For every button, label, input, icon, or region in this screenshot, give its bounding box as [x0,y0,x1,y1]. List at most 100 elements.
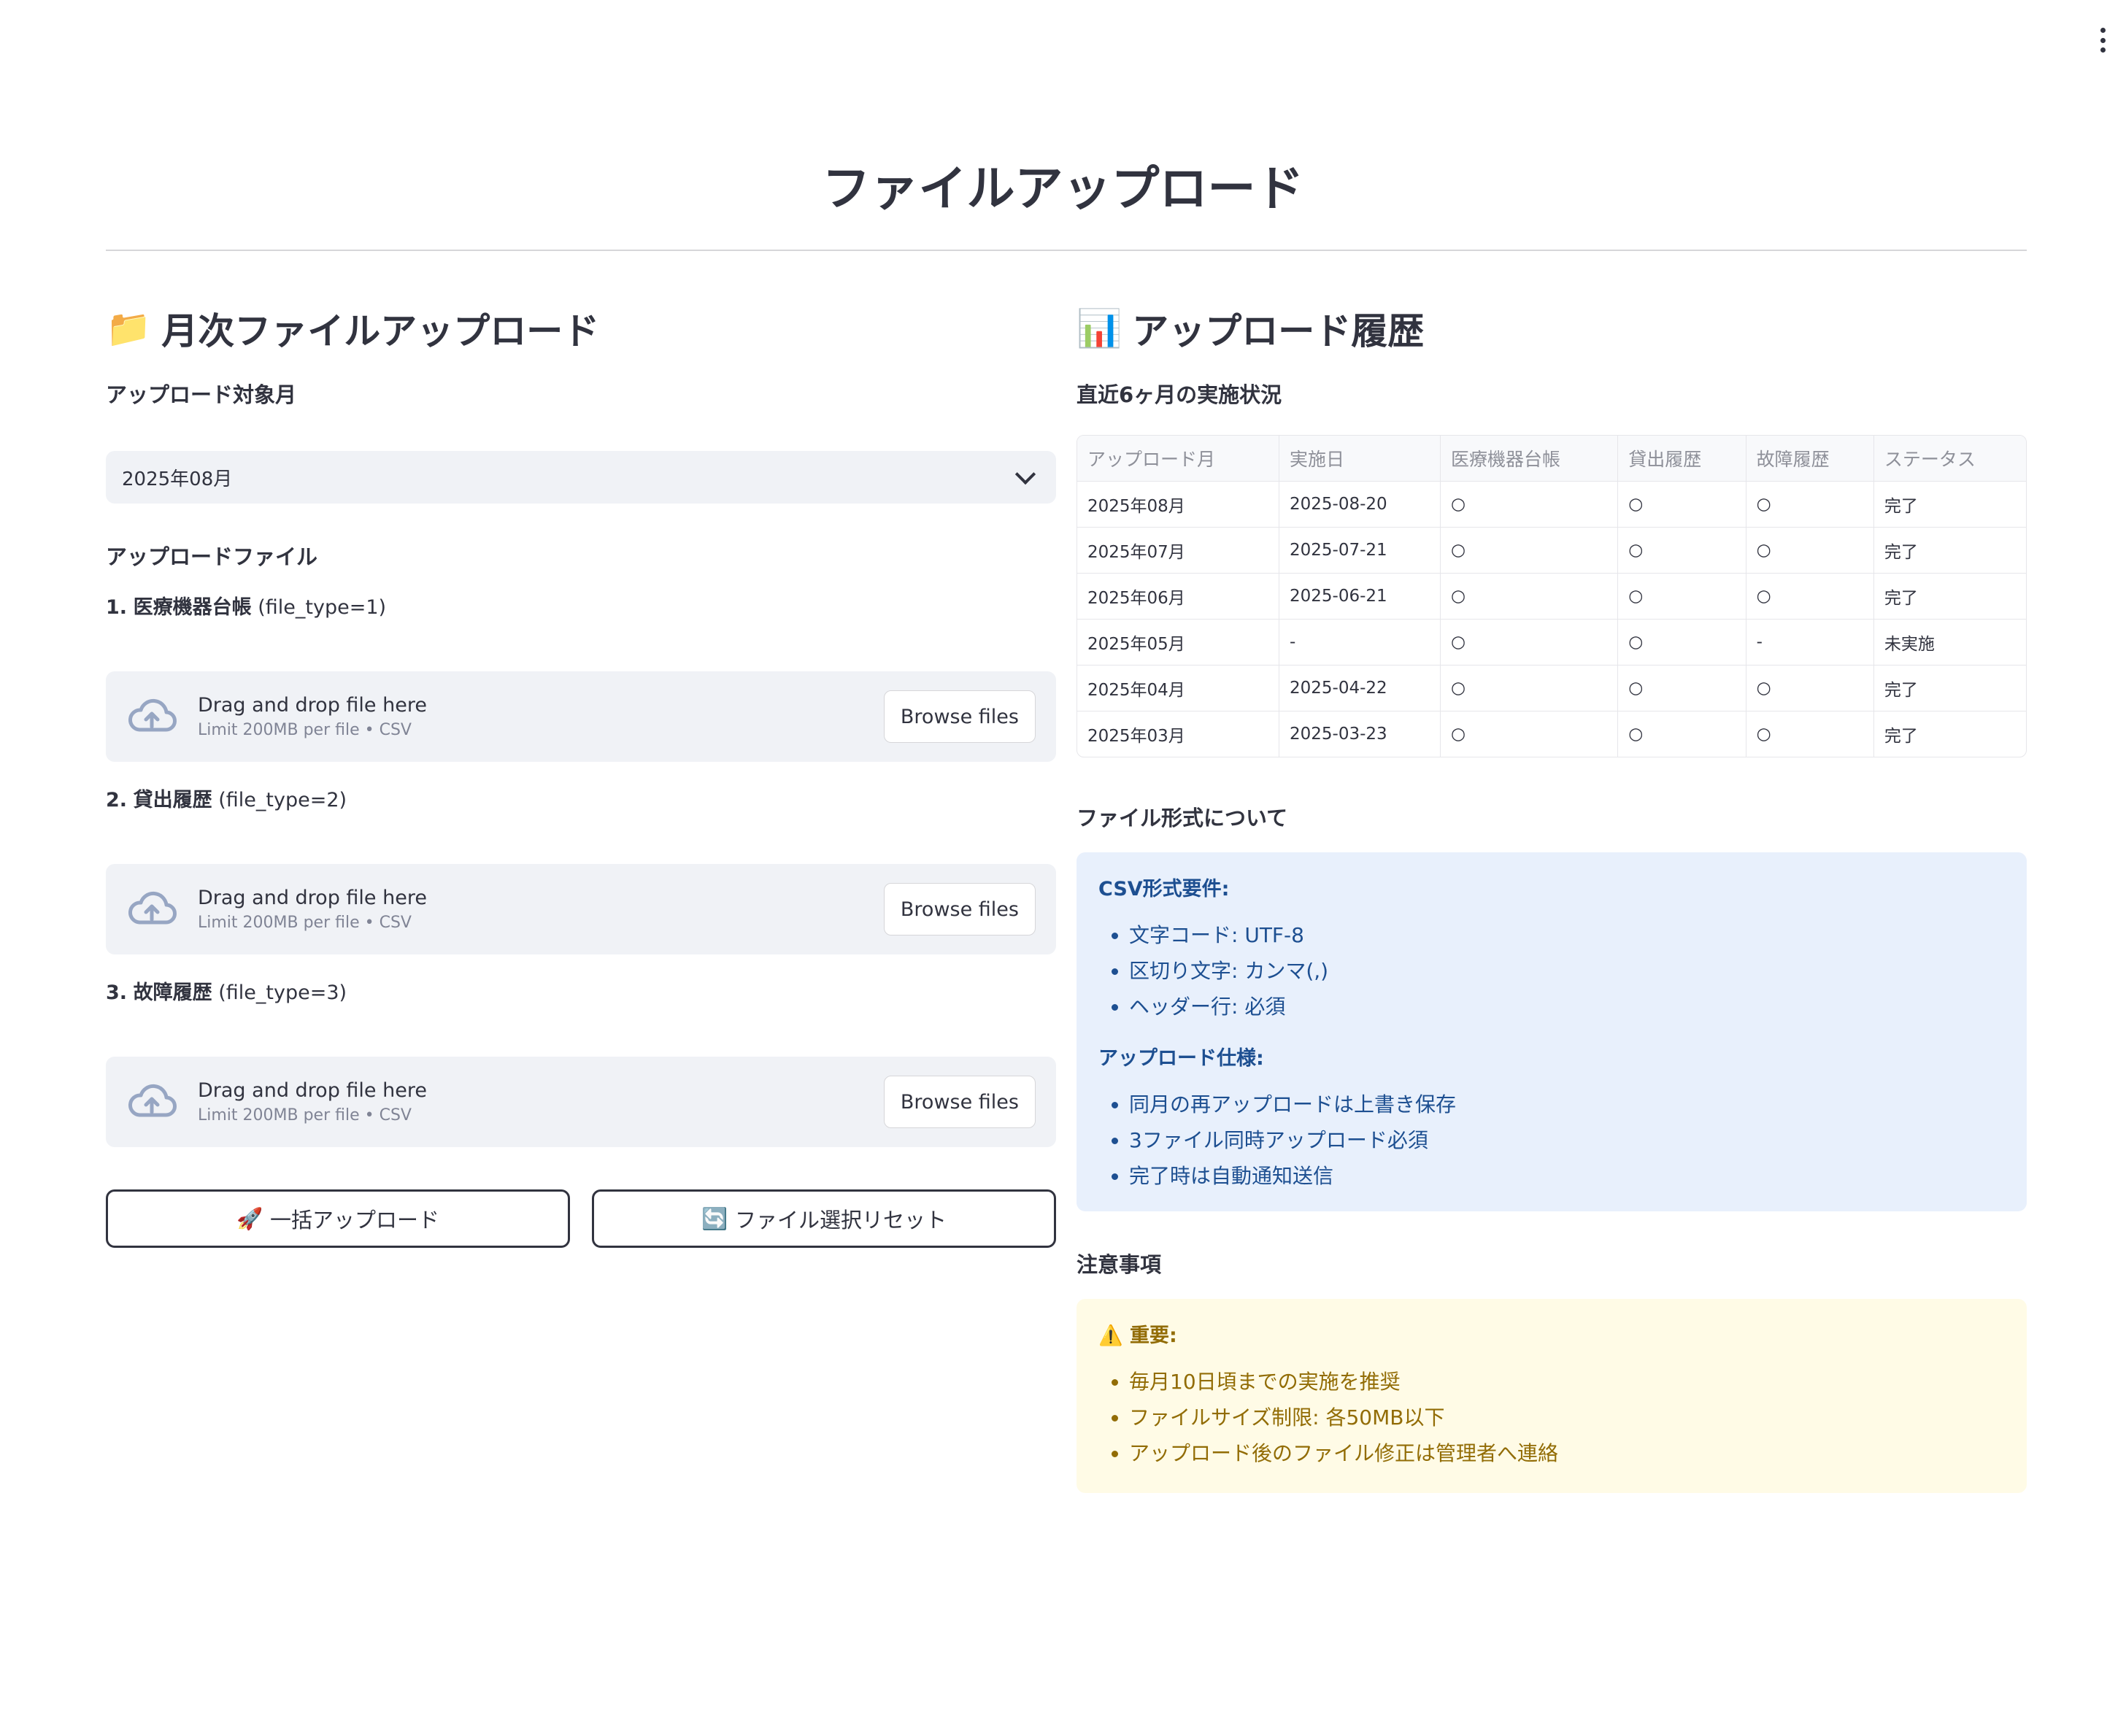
file-dropzone[interactable]: Drag and drop file here Limit 200MB per … [106,1057,1056,1147]
page-title: ファイルアップロード [822,161,1304,217]
monthly-upload-section: 📁 月次ファイルアップロード アップロード対象月 2025年08月 アップロード… [106,299,1056,1248]
table-cell: ○ [1440,711,1619,757]
table-cell: 完了 [1873,527,2026,574]
table-row: 2025年03月 2025-03-23 ○ ○ ○ 完了 [1077,711,2026,757]
important-warning-box: ⚠️ 重要: 毎月10日頃までの実施を推奨ファイルサイズ制限: 各50MB以下ア… [1077,1299,2027,1493]
table-row: 2025年07月 2025-07-21 ○ ○ ○ 完了 [1077,527,2026,574]
table-cell: ○ [1617,665,1746,711]
table-cell: - [1746,619,1874,666]
list-item: 区切り文字: カンマ(,) [1129,953,2005,989]
table-cell: 2025年03月 [1077,711,1280,757]
table-cell: 2025年07月 [1077,527,1280,574]
table-cell: 2025-06-21 [1279,573,1441,620]
monthly-upload-heading: 📁 月次ファイルアップロード [106,306,600,353]
notes-label: 注意事項 [1077,1252,1162,1277]
main-menu-icon[interactable] [2094,28,2111,53]
table-cell: 完了 [1873,481,2026,528]
table-cell: ○ [1617,711,1746,757]
file-uploader-1: 1. 医療機器台帳 (file_type=1) Drag and drop fi… [106,591,1056,762]
cloud-upload-icon [128,698,177,732]
file-label: 1. 医療機器台帳 (file_type=1) [106,596,387,619]
list-item: 文字コード: UTF-8 [1129,917,2005,953]
folder-icon: 📁 [106,306,152,350]
dropzone-limit: Limit 200MB per file • CSV [198,1106,412,1124]
reset-selection-button[interactable]: 🔄 ファイル選択リセット [592,1189,1056,1248]
dropzone-limit: Limit 200MB per file • CSV [198,721,412,739]
chevron-down-icon [1014,463,1036,485]
table-cell: 2025-07-21 [1279,527,1441,574]
table-cell: 完了 [1873,665,2026,711]
table-cell: 完了 [1873,573,2026,620]
list-item: 完了時は自動通知送信 [1129,1158,2005,1194]
browse-files-button[interactable]: Browse files [883,883,1036,935]
column-header[interactable]: 故障履歴 [1746,436,1874,482]
target-month-select[interactable]: 2025年08月 [106,451,1056,504]
dropzone-instructions: Drag and drop file here [198,887,427,909]
upload-history-heading: 📊 アップロード履歴 [1077,306,1425,353]
cloud-upload-icon [128,1084,177,1117]
recent-status-label: 直近6ヶ月の実施状況 [1077,382,1282,407]
table-cell: ○ [1440,573,1619,620]
file-dropzone[interactable]: Drag and drop file here Limit 200MB per … [106,671,1056,762]
upload-spec-list: 同月の再アップロードは上書き保存3ファイル同時アップロード必須完了時は自動通知送… [1098,1087,2005,1194]
upload-history-section: 📊 アップロード履歴 直近6ヶ月の実施状況 アップロード月 実施日 医療機器台帳 貸出… [1077,299,2027,1493]
table-cell: ○ [1617,481,1746,528]
cloud-upload-icon [128,891,177,925]
table-cell: ○ [1440,481,1619,528]
table-cell: ○ [1440,619,1619,666]
browse-files-button[interactable]: Browse files [883,1076,1036,1128]
table-cell: 2025年08月 [1077,481,1280,528]
table-cell: 2025年05月 [1077,619,1280,666]
table-cell: ○ [1440,665,1619,711]
table-row: 2025年08月 2025-08-20 ○ ○ ○ 完了 [1077,481,2026,528]
list-item: 3ファイル同時アップロード必須 [1129,1122,2005,1158]
list-item: 同月の再アップロードは上書き保存 [1129,1087,2005,1122]
table-cell: 2025年04月 [1077,665,1280,711]
table-cell: 2025年06月 [1077,573,1280,620]
column-header[interactable]: 実施日 [1279,436,1441,482]
file-format-info-box: CSV形式要件: 文字コード: UTF-8区切り文字: カンマ(,)ヘッダー行:… [1077,852,2027,1211]
table-cell: 2025-03-23 [1279,711,1441,757]
file-label: 2. 貸出履歴 (file_type=2) [106,789,347,811]
table-cell: 2025-08-20 [1279,481,1441,528]
target-month-value: 2025年08月 [122,468,233,490]
list-item: アップロード後のファイル修正は管理者へ連絡 [1129,1435,2005,1471]
column-header[interactable]: 貸出履歴 [1617,436,1746,482]
dropzone-instructions: Drag and drop file here [198,1079,427,1102]
warning-icon: ⚠️ [1098,1324,1123,1347]
upload-files-label: アップロードファイル [106,544,318,569]
table-cell: ○ [1617,573,1746,620]
csv-requirements-list: 文字コード: UTF-8区切り文字: カンマ(,)ヘッダー行: 必須 [1098,917,2005,1025]
file-format-label: ファイル形式について [1077,806,1288,830]
table-row: 2025年05月 - ○ ○ - 未実施 [1077,619,2026,666]
file-dropzone[interactable]: Drag and drop file here Limit 200MB per … [106,864,1056,954]
bulk-upload-button[interactable]: 🚀 一括アップロード [106,1189,570,1248]
dropzone-instructions: Drag and drop file here [198,694,427,717]
dropzone-limit: Limit 200MB per file • CSV [198,914,412,932]
table-cell: ○ [1617,527,1746,574]
table-cell: 2025-04-22 [1279,665,1441,711]
table-row: 2025年04月 2025-04-22 ○ ○ ○ 完了 [1077,665,2026,711]
table-row: 2025年06月 2025-06-21 ○ ○ ○ 完了 [1077,573,2026,620]
table-header-row: アップロード月 実施日 医療機器台帳 貸出履歴 故障履歴 ステータス [1077,436,2026,482]
file-label: 3. 故障履歴 (file_type=3) [106,981,347,1004]
browse-files-button[interactable]: Browse files [883,690,1036,743]
table-cell: ○ [1746,665,1874,711]
column-header[interactable]: アップロード月 [1077,436,1280,482]
column-header[interactable]: 医療機器台帳 [1440,436,1619,482]
column-header[interactable]: ステータス [1873,436,2026,482]
divider [106,250,2027,251]
important-list: 毎月10日頃までの実施を推奨ファイルサイズ制限: 各50MB以下アップロード後の… [1098,1364,2005,1471]
table-cell: 完了 [1884,727,1918,746]
file-uploader-2: 2. 貸出履歴 (file_type=2) Drag and drop file… [106,784,1056,954]
important-heading: ⚠️ 重要: [1098,1324,1177,1347]
history-table: アップロード月 実施日 医療機器台帳 貸出履歴 故障履歴 ステータス 2025年08月 20… [1077,435,2027,757]
target-month-label: アップロード対象月 [106,382,297,407]
table-cell: 未実施 [1873,619,2026,666]
bar-chart-icon: 📊 [1077,306,1122,350]
table-cell: ○ [1746,527,1874,574]
file-uploader-3: 3. 故障履歴 (file_type=3) Drag and drop file… [106,976,1056,1147]
table-cell: - [1279,619,1441,666]
table-cell: ○ [1746,573,1874,620]
list-item: ヘッダー行: 必須 [1129,989,2005,1025]
